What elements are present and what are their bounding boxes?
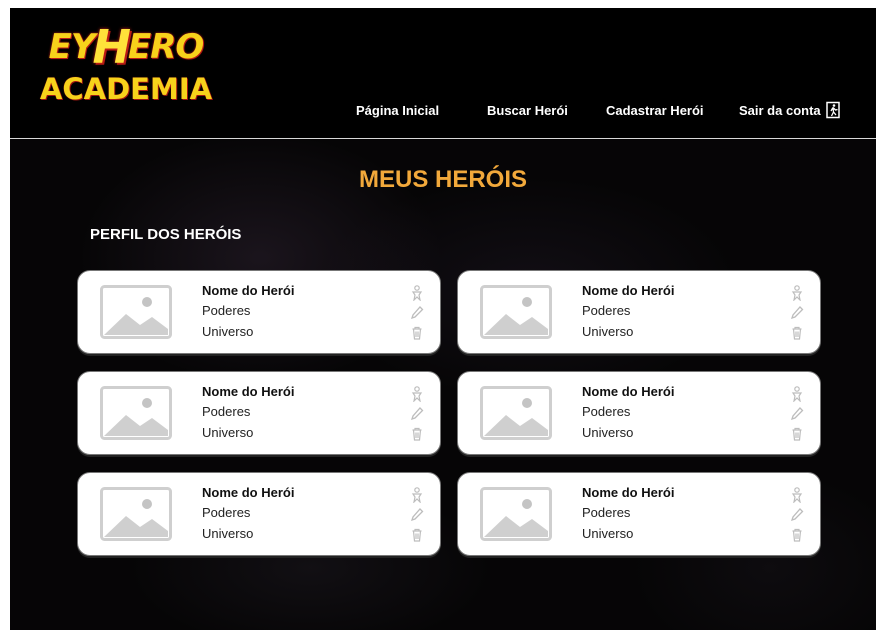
pencil-icon[interactable]	[790, 406, 804, 422]
logo-text-h: H	[92, 20, 131, 74]
hero-profile-icon[interactable]	[410, 487, 424, 503]
trash-icon[interactable]	[410, 527, 424, 543]
nav-home-link[interactable]: Página Inicial	[356, 100, 439, 122]
exit-door-icon	[825, 101, 840, 119]
logo-text-ey: EY	[48, 27, 96, 67]
hero-powers: Poderes	[202, 404, 251, 419]
trash-icon[interactable]	[790, 426, 804, 442]
hero-profile-icon[interactable]	[790, 386, 804, 402]
image-placeholder-icon	[480, 285, 552, 339]
logo-text-ero: ERO	[128, 27, 204, 67]
logo-top: EY H ERO	[36, 20, 216, 74]
hero-profile-icon[interactable]	[410, 386, 424, 402]
hero-card[interactable]: Nome do Herói Poderes Universo	[77, 472, 441, 556]
pencil-icon[interactable]	[410, 406, 424, 422]
image-placeholder-icon	[480, 386, 552, 440]
hero-profile-icon[interactable]	[790, 285, 804, 301]
nav-register-link[interactable]: Cadastrar Herói	[606, 100, 704, 122]
hero-universe: Universo	[202, 324, 254, 339]
trash-icon[interactable]	[790, 325, 804, 341]
hero-universe: Universo	[202, 526, 254, 541]
nav-search-link[interactable]: Buscar Herói	[487, 100, 568, 122]
nav-logout-link[interactable]: Sair da conta	[739, 100, 843, 122]
hero-name: Nome do Herói	[582, 485, 675, 500]
hero-card-actions	[410, 285, 426, 345]
hero-name: Nome do Herói	[582, 283, 675, 298]
hero-universe: Universo	[582, 526, 634, 541]
hero-universe: Universo	[202, 425, 254, 440]
hero-card-actions	[410, 487, 426, 547]
hero-powers: Poderes	[582, 505, 631, 520]
hero-card[interactable]: Nome do Herói Poderes Universo	[77, 270, 441, 354]
hero-powers: Poderes	[202, 505, 251, 520]
logo[interactable]: EY H ERO ACADEMIA	[36, 20, 216, 117]
header: EY H ERO ACADEMIA Página Inicial Buscar …	[10, 8, 876, 139]
image-placeholder-icon	[100, 386, 172, 440]
hero-card[interactable]: Nome do Herói Poderes Universo	[457, 371, 821, 455]
trash-icon[interactable]	[410, 325, 424, 341]
hero-card[interactable]: Nome do Herói Poderes Universo	[457, 472, 821, 556]
pencil-icon[interactable]	[790, 305, 804, 321]
trash-icon[interactable]	[790, 527, 804, 543]
pencil-icon[interactable]	[410, 305, 424, 321]
hero-profile-icon[interactable]	[790, 487, 804, 503]
hero-powers: Poderes	[582, 303, 631, 318]
app-frame: EY H ERO ACADEMIA Página Inicial Buscar …	[10, 8, 876, 630]
hero-card[interactable]: Nome do Herói Poderes Universo	[457, 270, 821, 354]
hero-card-actions	[410, 386, 426, 446]
hero-card-actions	[790, 285, 806, 345]
hero-universe: Universo	[582, 425, 634, 440]
section-title: PERFIL DOS HERÓIS	[90, 226, 242, 243]
image-placeholder-icon	[100, 285, 172, 339]
hero-powers: Poderes	[582, 404, 631, 419]
hero-card[interactable]: Nome do Herói Poderes Universo	[77, 371, 441, 455]
nav-logout-label: Sair da conta	[739, 103, 821, 118]
hero-profile-icon[interactable]	[410, 285, 424, 301]
hero-name: Nome do Herói	[202, 283, 295, 298]
page-title: MEUS HERÓIS	[358, 166, 528, 193]
hero-name: Nome do Herói	[202, 384, 295, 399]
hero-name: Nome do Herói	[202, 485, 295, 500]
pencil-icon[interactable]	[410, 507, 424, 523]
pencil-icon[interactable]	[790, 507, 804, 523]
image-placeholder-icon	[100, 487, 172, 541]
hero-powers: Poderes	[202, 303, 251, 318]
trash-icon[interactable]	[410, 426, 424, 442]
hero-card-actions	[790, 487, 806, 547]
hero-name: Nome do Herói	[582, 384, 675, 399]
logo-text-academia: ACADEMIA	[39, 72, 213, 106]
image-placeholder-icon	[480, 487, 552, 541]
hero-card-actions	[790, 386, 806, 446]
hero-universe: Universo	[582, 324, 634, 339]
